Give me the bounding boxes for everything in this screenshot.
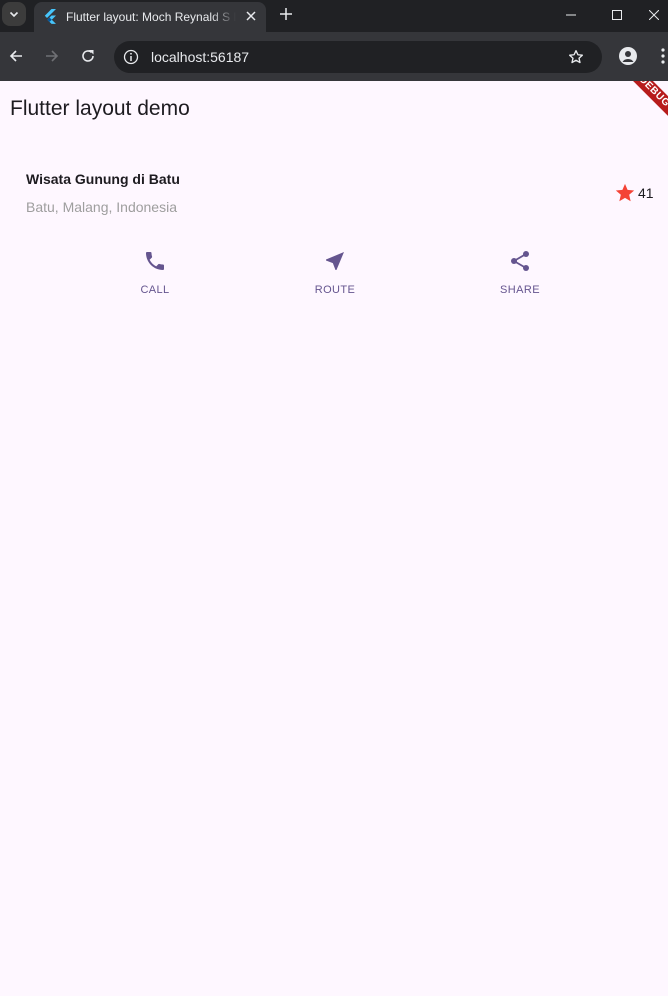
url-text[interactable]: localhost:56187	[151, 49, 249, 65]
profile-icon[interactable]	[616, 44, 640, 68]
window-close-icon	[649, 10, 659, 20]
share-icon	[511, 251, 529, 271]
reload-button[interactable]	[76, 44, 100, 68]
place-location: Batu, Malang, Indonesia	[26, 199, 177, 215]
share-label: SHARE	[500, 284, 540, 296]
page-title: Flutter layout demo	[10, 97, 190, 120]
tab-title: Flutter layout: Moch Reynald S P	[66, 10, 236, 24]
debug-banner: DEBUG	[617, 81, 668, 129]
flutter-app: Flutter layout demo DEBUG Wisata Gunung …	[0, 81, 668, 996]
plus-icon	[280, 8, 292, 20]
maximize-button[interactable]	[594, 0, 640, 30]
route-button[interactable]: ROUTE	[295, 249, 375, 299]
call-label: CALL	[140, 284, 170, 296]
close-icon[interactable]	[242, 7, 260, 25]
new-tab-button[interactable]	[276, 4, 296, 24]
tab-list-icon[interactable]	[2, 2, 26, 26]
kebab-menu-icon[interactable]	[656, 44, 668, 68]
star-outline-icon[interactable]	[566, 47, 586, 67]
rating-count: 41	[638, 185, 654, 201]
browser-tab[interactable]: Flutter layout: Moch Reynald S P	[34, 2, 266, 32]
forward-button[interactable]	[40, 44, 64, 68]
flutter-logo-icon	[42, 8, 58, 24]
reload-icon	[82, 50, 94, 62]
minimize-icon	[566, 14, 576, 16]
back-icon	[9, 50, 22, 62]
address-bar[interactable]: localhost:56187	[114, 41, 602, 73]
back-button[interactable]	[4, 44, 28, 68]
route-label: ROUTE	[314, 284, 356, 296]
place-name: Wisata Gunung di Batu	[26, 171, 180, 187]
phone-icon	[146, 252, 164, 270]
forward-icon	[46, 50, 59, 62]
info-icon[interactable]	[121, 47, 141, 67]
browser-toolbar: localhost:56187	[0, 32, 668, 81]
star-icon	[615, 183, 635, 202]
window-close-button[interactable]	[640, 0, 668, 30]
share-button[interactable]: SHARE	[480, 249, 560, 299]
near-me-icon	[326, 252, 344, 270]
browser-tab-strip: Flutter layout: Moch Reynald S P	[0, 0, 668, 32]
maximize-icon	[612, 10, 622, 20]
minimize-button[interactable]	[548, 0, 594, 30]
call-button[interactable]: CALL	[115, 249, 195, 299]
